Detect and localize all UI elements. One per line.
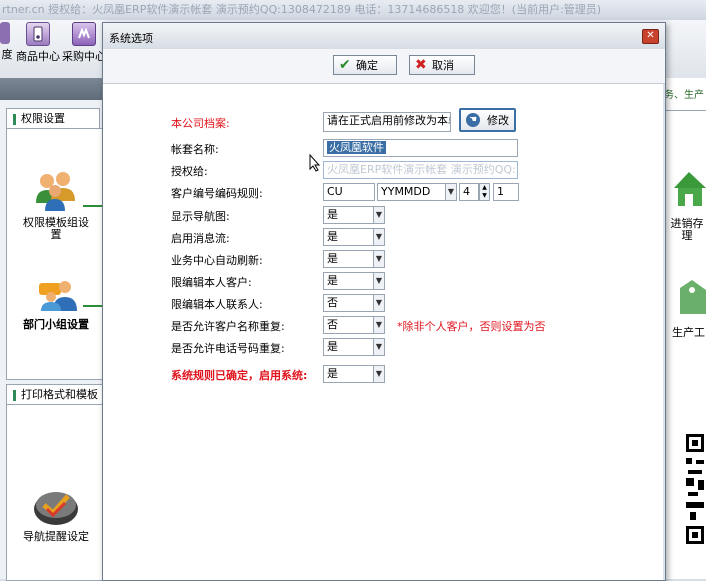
- select-value: 是: [327, 208, 338, 221]
- purchase-icon: [72, 22, 96, 46]
- pointer-icon: ☚: [466, 113, 480, 127]
- department-group-label[interactable]: 部门小组设置: [21, 319, 91, 331]
- qr-code: [684, 430, 706, 550]
- inventory-label[interactable]: 进销存理: [670, 218, 704, 242]
- company-file-label: 本公司档案:: [171, 117, 230, 130]
- cross-icon: ✖: [415, 57, 427, 73]
- select-value: 是: [327, 252, 338, 265]
- production-label[interactable]: 生产工: [672, 324, 705, 340]
- tab-print-templates[interactable]: 打印格式和模板: [6, 384, 104, 405]
- dialog-titlebar[interactable]: 系统选项 ✕: [103, 23, 665, 49]
- toolbar-item-purchase-center[interactable]: 采购中心: [62, 22, 106, 64]
- dup-phone-select[interactable]: 是 ▼: [323, 338, 385, 356]
- home-icon[interactable]: [672, 168, 706, 208]
- dialog-body: 本公司档案: 请在正式启用前修改为本单 ☚ 修改 帐套名称: 火凤凰软件 授权给…: [103, 84, 663, 580]
- divider: [662, 110, 706, 111]
- mouse-cursor-icon: [309, 153, 321, 172]
- chevron-down-icon: ▼: [373, 229, 384, 245]
- code-date-select[interactable]: YYMMDD ▼: [377, 183, 457, 201]
- dup-customer-name-label: 是否允许客户名称重复:: [171, 320, 285, 333]
- company-file-field[interactable]: 请在正式启用前修改为本单: [323, 112, 451, 132]
- code-prefix-field[interactable]: CU: [323, 183, 375, 201]
- tag-icon[interactable]: [676, 278, 706, 316]
- chevron-down-icon: ▼: [373, 339, 384, 355]
- dup-phone-label: 是否允许电话号码重复:: [171, 342, 285, 355]
- chevron-down-icon: ▼: [373, 295, 384, 311]
- account-name-field[interactable]: 火凤凰软件: [323, 139, 518, 157]
- left-panel: 权限设置 权限模板组设置 部门小组设置 打印格式和模板 导航提醒设定: [0, 100, 105, 581]
- own-customers-label: 限编辑本人客户:: [171, 276, 252, 289]
- select-value: 是: [327, 274, 338, 287]
- code-start-field[interactable]: 1: [493, 183, 519, 201]
- toolbar-item-label: 商品中心: [16, 50, 60, 63]
- select-value: 是: [327, 230, 338, 243]
- chevron-down-icon: ▼: [373, 317, 384, 333]
- tab-permission-settings[interactable]: 权限设置: [6, 108, 100, 129]
- code-rule-label: 客户编号编码规则:: [171, 187, 263, 200]
- code-date-value: YYMMDD: [381, 185, 431, 198]
- phone-icon: [26, 22, 50, 46]
- cancel-button[interactable]: ✖ 取消: [409, 55, 475, 75]
- select-value: 否: [327, 318, 338, 331]
- app-icon: [0, 22, 10, 44]
- ok-button[interactable]: ✔ 确定: [333, 55, 397, 75]
- licensed-to-label: 授权给:: [171, 165, 208, 178]
- modify-label: 修改: [487, 114, 509, 127]
- navigation-reminder-label[interactable]: 导航提醒设定: [21, 531, 91, 543]
- tab-marker: [13, 113, 16, 125]
- chevron-down-icon: ▼: [373, 366, 384, 382]
- auto-refresh-select[interactable]: 是 ▼: [323, 250, 385, 268]
- toolbar-item-partial[interactable]: 度: [0, 22, 14, 62]
- breadcrumb: 务、生产: [664, 90, 704, 101]
- cancel-label: 取消: [432, 59, 454, 72]
- own-customers-select[interactable]: 是 ▼: [323, 272, 385, 290]
- account-name-label: 帐套名称:: [171, 143, 219, 156]
- auto-refresh-label: 业务中心自动刷新:: [171, 254, 263, 267]
- tab-label: 权限设置: [21, 112, 65, 125]
- dup-name-note: *除非个人客户，否则设置为否: [397, 320, 546, 333]
- toolbar-item-label: 采购中心: [62, 50, 106, 63]
- system-confirm-label: 系统规则已确定，启用系统:: [171, 369, 308, 382]
- select-value: 否: [327, 296, 338, 309]
- dialog-button-bar: ✔ 确定 ✖ 取消: [103, 49, 665, 84]
- select-value: 是: [327, 367, 338, 380]
- permission-settings-panel: 权限模板组设置 部门小组设置: [6, 128, 105, 380]
- tab-label: 打印格式和模板: [21, 388, 98, 401]
- show-nav-select[interactable]: 是 ▼: [323, 206, 385, 224]
- top-info-text: rtner.cn 授权给：火凤凰ERP软件演示帐套 演示预约QQ:1308472…: [2, 3, 602, 16]
- right-panel: 务、生产 进销存理 生产工: [662, 78, 706, 579]
- licensed-to-field: 火凤凰ERP软件演示帐套 演示预约QQ:130: [323, 161, 518, 179]
- users-icon[interactable]: [33, 169, 79, 213]
- permission-template-group-label[interactable]: 权限模板组设置: [21, 217, 91, 241]
- chevron-down-icon: ▼: [373, 251, 384, 267]
- toolbar-item-label: 度: [1, 48, 13, 61]
- system-confirm-select[interactable]: 是 ▼: [323, 365, 385, 383]
- chevron-down-icon: ▼: [373, 207, 384, 223]
- checkmark-icon[interactable]: [33, 487, 79, 527]
- account-name-value: 火凤凰软件: [327, 141, 386, 154]
- dup-customer-name-select[interactable]: 否 ▼: [323, 316, 385, 334]
- show-nav-label: 显示导航图:: [171, 210, 230, 223]
- select-value: 是: [327, 340, 338, 353]
- department-icon[interactable]: [37, 277, 79, 313]
- tab-marker: [13, 389, 16, 401]
- own-contacts-label: 限编辑本人联系人:: [171, 298, 263, 311]
- modify-button[interactable]: ☚ 修改: [459, 108, 516, 132]
- dialog-title: 系统选项: [109, 32, 153, 45]
- ok-label: 确定: [356, 59, 378, 72]
- message-flow-label: 启用消息流:: [171, 232, 230, 245]
- code-digits-field[interactable]: 4: [459, 183, 479, 201]
- check-icon: ✔: [339, 57, 351, 73]
- system-options-dialog: 系统选项 ✕ ✔ 确定 ✖ 取消 本公司档案: 请在正式启用前修改为本单 ☚ 修…: [102, 22, 666, 581]
- chevron-down-icon: ▼: [445, 184, 456, 200]
- toolbar-item-product-center[interactable]: 商品中心: [16, 22, 60, 64]
- own-contacts-select[interactable]: 否 ▼: [323, 294, 385, 312]
- print-templates-panel: 导航提醒设定: [6, 404, 105, 581]
- digits-spinner[interactable]: ▲ ▼: [479, 183, 490, 201]
- close-icon[interactable]: ✕: [642, 29, 659, 44]
- top-info-bar: rtner.cn 授权给：火凤凰ERP软件演示帐套 演示预约QQ:1308472…: [0, 0, 706, 20]
- chevron-down-icon: ▼: [373, 273, 384, 289]
- message-flow-select[interactable]: 是 ▼: [323, 228, 385, 246]
